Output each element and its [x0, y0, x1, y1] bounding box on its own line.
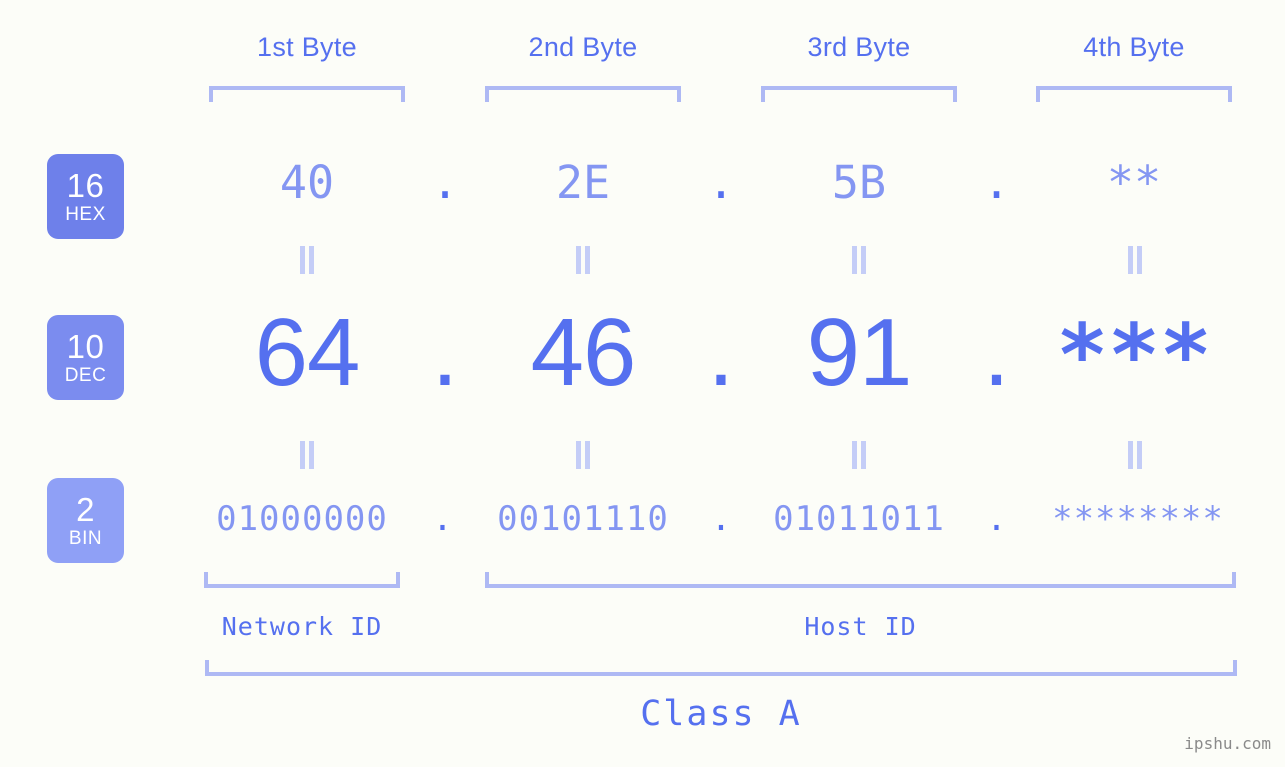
equals-connector-hex-dec-4 [1126, 246, 1144, 274]
equals-connector-dec-bin-1 [298, 441, 316, 469]
network-id-bracket [204, 572, 400, 588]
ip-byte-breakdown-diagram: 1st Byte 2nd Byte 3rd Byte 4th Byte 16 H… [0, 0, 1285, 767]
host-id-bracket [485, 572, 1236, 588]
dec-value-byte-2: 46 [530, 299, 637, 406]
hex-value-byte-4: ** [1106, 156, 1162, 209]
hex-separator-3: . [982, 156, 1011, 209]
bin-separator-3: . [986, 499, 1007, 539]
byte-bracket-top-2 [485, 86, 681, 102]
site-watermark: ipshu.com [1184, 734, 1271, 753]
bin-separator-1: . [432, 499, 453, 539]
byte-bracket-top-1 [209, 86, 405, 102]
byte-header-3: 3rd Byte [807, 32, 911, 62]
dec-value-byte-1: 64 [254, 299, 361, 406]
dec-row: 64 . 46 . 91 . *** [0, 305, 1285, 415]
bin-value-byte-1: 01000000 [216, 499, 388, 539]
hex-separator-1: . [431, 156, 459, 209]
bin-value-byte-3: 01011011 [773, 499, 945, 539]
bin-row: 01000000 . 00101110 . 01011011 . *******… [0, 502, 1285, 552]
bin-value-byte-4: ******** [1052, 499, 1224, 539]
equals-connector-hex-dec-3 [850, 246, 868, 274]
hex-value-byte-1: 40 [279, 156, 335, 209]
equals-connector-dec-bin-2 [574, 441, 592, 469]
dec-separator-2: . [707, 299, 735, 406]
byte-header-1: 1st Byte [257, 32, 357, 62]
host-id-label: Host ID [804, 612, 917, 641]
class-label: Class A [640, 694, 802, 734]
byte-header-4: 4th Byte [1083, 32, 1185, 62]
equals-connector-hex-dec-1 [298, 246, 316, 274]
byte-header-2: 2nd Byte [528, 32, 638, 62]
equals-connector-dec-bin-3 [850, 441, 868, 469]
byte-bracket-top-4 [1036, 86, 1232, 102]
class-bracket [205, 660, 1237, 676]
hex-row: 40 . 2E . 5B . ** [0, 160, 1285, 230]
hex-value-byte-3: 5B [831, 156, 887, 209]
bin-separator-2: . [710, 499, 732, 539]
network-id-label: Network ID [221, 612, 383, 641]
hex-value-byte-2: 2E [555, 156, 611, 209]
bin-value-byte-2: 00101110 [497, 499, 669, 539]
dec-separator-3: . [983, 299, 1010, 406]
hex-separator-2: . [707, 156, 735, 209]
dec-value-byte-3: 91 [806, 299, 913, 406]
equals-connector-hex-dec-2 [574, 246, 592, 274]
equals-connector-dec-bin-4 [1126, 441, 1144, 469]
dec-value-byte-4: *** [1056, 306, 1212, 406]
dec-separator-1: . [431, 299, 459, 406]
byte-bracket-top-3 [761, 86, 957, 102]
